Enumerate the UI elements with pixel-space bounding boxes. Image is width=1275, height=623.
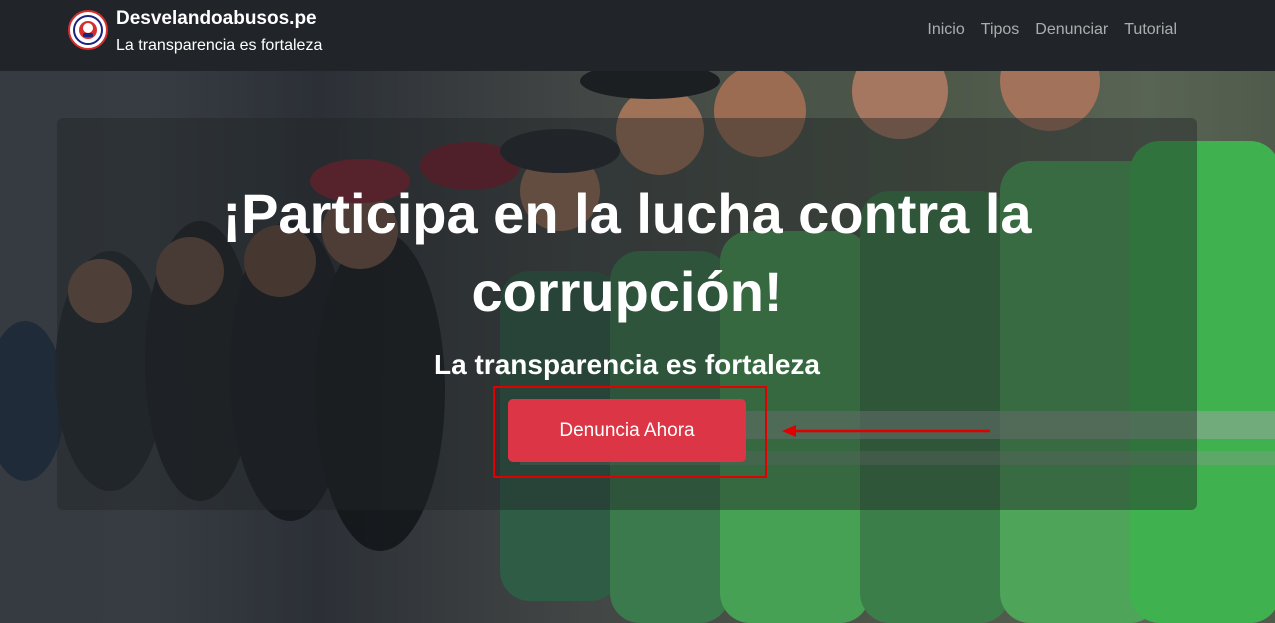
hero-headline-line2: corrupción! bbox=[471, 260, 783, 323]
annotation-arrow-icon bbox=[782, 425, 990, 437]
brand-subtitle: La transparencia es fortaleza bbox=[116, 37, 323, 54]
hero-headline: ¡Participa en la lucha contra la corrupc… bbox=[57, 175, 1197, 331]
logo-icon bbox=[68, 10, 108, 50]
hero-headline-line1: ¡Participa en la lucha contra la bbox=[222, 182, 1032, 245]
nav-link-tutorial[interactable]: Tutorial bbox=[1124, 20, 1177, 40]
nav-link-tipos[interactable]: Tipos bbox=[981, 20, 1020, 40]
nav-link-inicio[interactable]: Inicio bbox=[927, 20, 964, 40]
navbar: Desvelandoabusos.pe La transparencia es … bbox=[0, 0, 1275, 71]
denuncia-ahora-button[interactable]: Denuncia Ahora bbox=[508, 399, 746, 462]
brand-title[interactable]: Desvelandoabusos.pe bbox=[116, 8, 322, 30]
nav-link-denunciar[interactable]: Denunciar bbox=[1035, 20, 1108, 40]
main-nav: Inicio Tipos Denunciar Tutorial bbox=[927, 20, 1177, 40]
hero-tagline: La transparencia es fortaleza bbox=[434, 349, 820, 380]
brand[interactable]: Desvelandoabusos.pe La transparencia es … bbox=[68, 8, 322, 56]
